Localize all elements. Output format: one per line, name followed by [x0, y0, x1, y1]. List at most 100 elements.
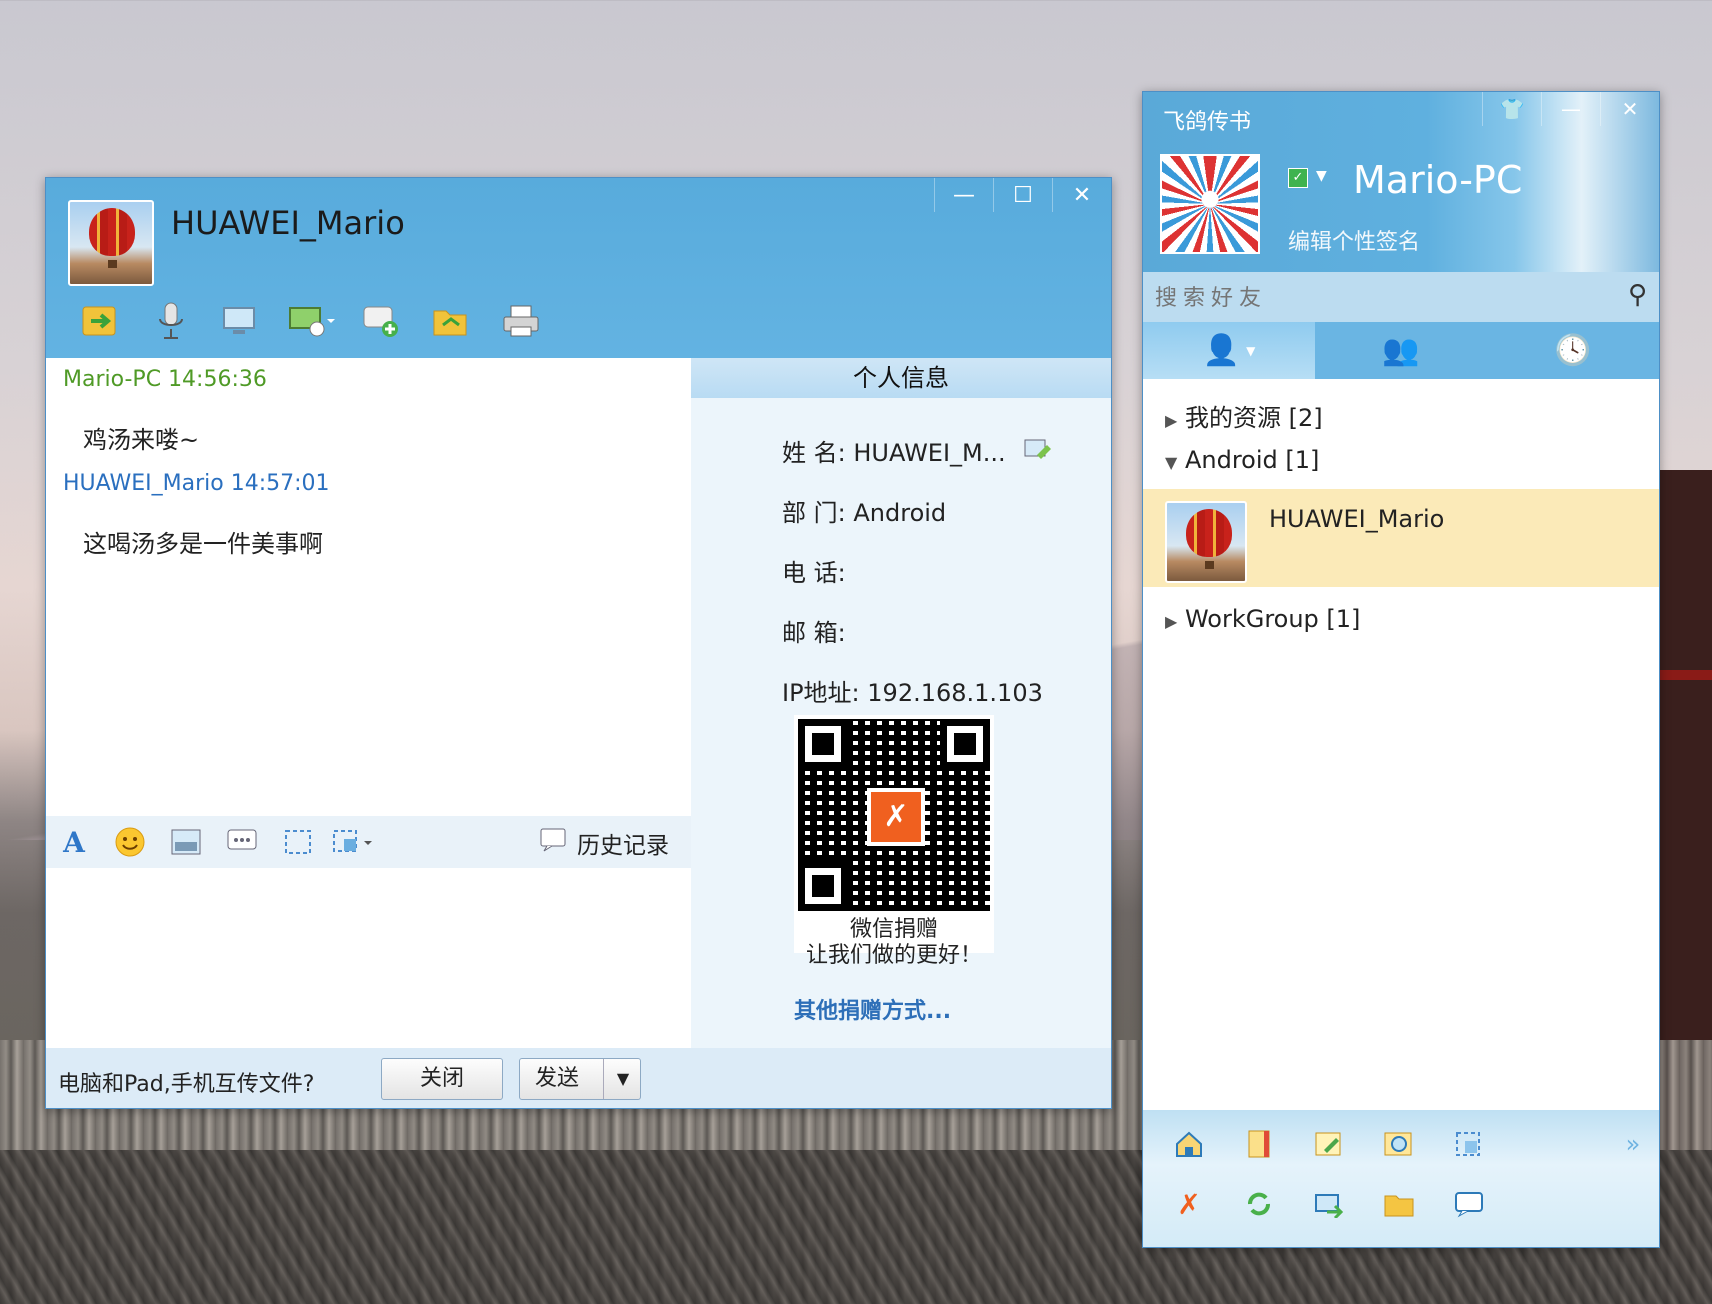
- close-chat-button[interactable]: 关闭: [381, 1058, 503, 1100]
- balloon-basket: [108, 260, 117, 268]
- refresh-icon[interactable]: [1239, 1184, 1279, 1224]
- message-meta: HUAWEI_Mario 14:57:01: [63, 471, 330, 496]
- contact-tabs: 👤 ▼ 👥 🕓: [1143, 322, 1659, 379]
- tab-recent[interactable]: 🕓: [1487, 322, 1659, 379]
- edit-name-icon[interactable]: [1023, 439, 1053, 467]
- skin-button[interactable]: 👕: [1482, 92, 1541, 126]
- notepad-icon[interactable]: [1239, 1124, 1279, 1164]
- main-header: 飞鸽传书 👕 — ✕ ✓ ▼ Mario-PC 编辑个性签名: [1143, 92, 1659, 272]
- group-label: 我的资源 [2]: [1184, 404, 1323, 432]
- chevron-down-icon: ▼: [1246, 343, 1256, 358]
- history-label: 历史记录: [577, 833, 669, 859]
- send-options-dropdown[interactable]: ▼: [603, 1059, 642, 1099]
- search-input[interactable]: [1153, 280, 1597, 316]
- folder-icon[interactable]: [1379, 1184, 1419, 1224]
- recent-icon: 🕓: [1554, 333, 1592, 368]
- message-icon[interactable]: [1449, 1184, 1489, 1224]
- collapse-arrow-icon: ▼: [1165, 453, 1178, 472]
- tab-contacts[interactable]: 👤 ▼: [1143, 322, 1315, 379]
- emoji-icon[interactable]: [102, 816, 158, 868]
- close-button[interactable]: ✕: [1600, 92, 1659, 126]
- transfer-icon[interactable]: [1309, 1184, 1349, 1224]
- group-label: WorkGroup [1]: [1184, 605, 1361, 633]
- message-text: 鸡汤来喽~: [83, 426, 200, 454]
- info-name-row: 姓 名: HUAWEI_M...: [782, 433, 1053, 468]
- home-icon[interactable]: [1169, 1124, 1209, 1164]
- minimize-button[interactable]: —: [1541, 92, 1600, 126]
- group-icon: 👥: [1382, 333, 1420, 368]
- online-status-icon[interactable]: ✓: [1288, 168, 1308, 188]
- voice-icon[interactable]: [136, 296, 206, 346]
- contact-name: HUAWEI_Mario: [1269, 505, 1445, 533]
- group-chat-icon[interactable]: [346, 296, 416, 346]
- info-ip-row: IP地址: 192.168.1.103: [782, 673, 1043, 708]
- font-icon[interactable]: A: [46, 816, 102, 868]
- qr-finder: [798, 861, 848, 911]
- expand-arrow-icon: ▶: [1165, 411, 1178, 430]
- quick-tools: » ✗: [1143, 1110, 1659, 1247]
- my-avatar[interactable]: [1160, 154, 1260, 254]
- group-my-resources[interactable]: ▶ 我的资源 [2]: [1165, 398, 1323, 433]
- info-phone-row: 电 话:: [782, 553, 846, 588]
- qr-finder: [940, 719, 990, 769]
- send-file-icon[interactable]: [66, 296, 136, 346]
- print-icon[interactable]: [486, 296, 556, 346]
- my-name: Mario-PC: [1353, 158, 1523, 202]
- edit-icon[interactable]: [1309, 1124, 1349, 1164]
- contacts-icon: 👤: [1202, 333, 1241, 368]
- chat-footer: 电脑和Pad,手机互传文件? 关闭 发送 ▼: [46, 1048, 1111, 1108]
- maximize-button[interactable]: ☐: [993, 178, 1052, 212]
- chat-window-controls: — ☐ ✕: [934, 178, 1111, 212]
- dept-value: Android: [853, 499, 947, 527]
- capture-icon[interactable]: [326, 816, 382, 868]
- message-sender: HUAWEI_Mario: [63, 471, 224, 496]
- qr-caption: 让我们做的更好！: [805, 943, 982, 968]
- donation-qr-code: ✗ 微信捐赠 让我们做的更好！: [794, 715, 994, 968]
- name-label: 姓 名:: [782, 439, 846, 467]
- tab-groups[interactable]: 👥: [1315, 322, 1487, 379]
- chat-window: — ☐ ✕ HUAWEI_Mario Mario-PC 14:56:36 鸡汤来…: [45, 177, 1112, 1109]
- personal-info-panel: 个人信息 姓 名: HUAWEI_M... 部 门: Android 电 话: …: [691, 358, 1111, 1048]
- app-title: 飞鸽传书: [1163, 110, 1252, 135]
- balloon-image: [1186, 509, 1232, 557]
- chat-contact-name: HUAWEI_Mario: [171, 204, 405, 242]
- quick-reply-icon[interactable]: [214, 816, 270, 868]
- status-dropdown-icon[interactable]: ▼: [1316, 168, 1327, 184]
- remote-desktop-icon[interactable]: [206, 296, 276, 346]
- format-toolbar: A 历史记录: [46, 816, 691, 868]
- group-workgroup[interactable]: ▶ WorkGroup [1]: [1165, 605, 1360, 633]
- image-icon[interactable]: [158, 816, 214, 868]
- email-label: 邮 箱:: [782, 619, 846, 647]
- minimize-button[interactable]: —: [934, 178, 993, 212]
- close-button[interactable]: ✕: [1052, 178, 1111, 212]
- search-bar: ⚲: [1143, 272, 1659, 322]
- contact-item[interactable]: HUAWEI_Mario: [1143, 489, 1659, 587]
- expand-more-icon[interactable]: »: [1613, 1124, 1653, 1164]
- screenshot-icon[interactable]: [270, 816, 326, 868]
- send-label: 发送: [535, 1066, 580, 1091]
- balloon-basket: [1205, 561, 1214, 569]
- screen-share-icon[interactable]: [276, 296, 346, 346]
- search-icon[interactable]: ⚲: [1628, 280, 1647, 310]
- feige-logo-icon[interactable]: ✗: [1169, 1184, 1209, 1224]
- message-input[interactable]: [46, 868, 691, 1048]
- chat-toolbar: [66, 296, 556, 346]
- history-icon: [539, 827, 567, 859]
- contact-avatar: [1165, 501, 1247, 583]
- search-image-icon[interactable]: [1379, 1124, 1419, 1164]
- screenshot-icon[interactable]: [1449, 1124, 1489, 1164]
- transfer-tip-link[interactable]: 电脑和Pad,手机互传文件?: [58, 1066, 314, 1098]
- message-time: 14:57:01: [230, 471, 330, 496]
- contact-avatar[interactable]: [68, 200, 154, 286]
- send-button[interactable]: 发送 ▼: [519, 1058, 641, 1100]
- group-android[interactable]: ▼ Android [1]: [1165, 446, 1319, 474]
- main-panel: 飞鸽传书 👕 — ✕ ✓ ▼ Mario-PC 编辑个性签名 ⚲ 👤▼ 👥 🕓 …: [1142, 91, 1660, 1248]
- signature-field[interactable]: 编辑个性签名: [1288, 224, 1420, 256]
- ip-label: IP地址:: [782, 679, 860, 707]
- info-dept-row: 部 门: Android: [782, 493, 946, 528]
- history-button[interactable]: 历史记录: [539, 826, 669, 860]
- qr-finder: [798, 719, 848, 769]
- shared-folder-icon[interactable]: [416, 296, 486, 346]
- other-donation-link[interactable]: 其他捐赠方式...: [794, 993, 951, 1025]
- info-panel-title: 个人信息: [691, 358, 1111, 398]
